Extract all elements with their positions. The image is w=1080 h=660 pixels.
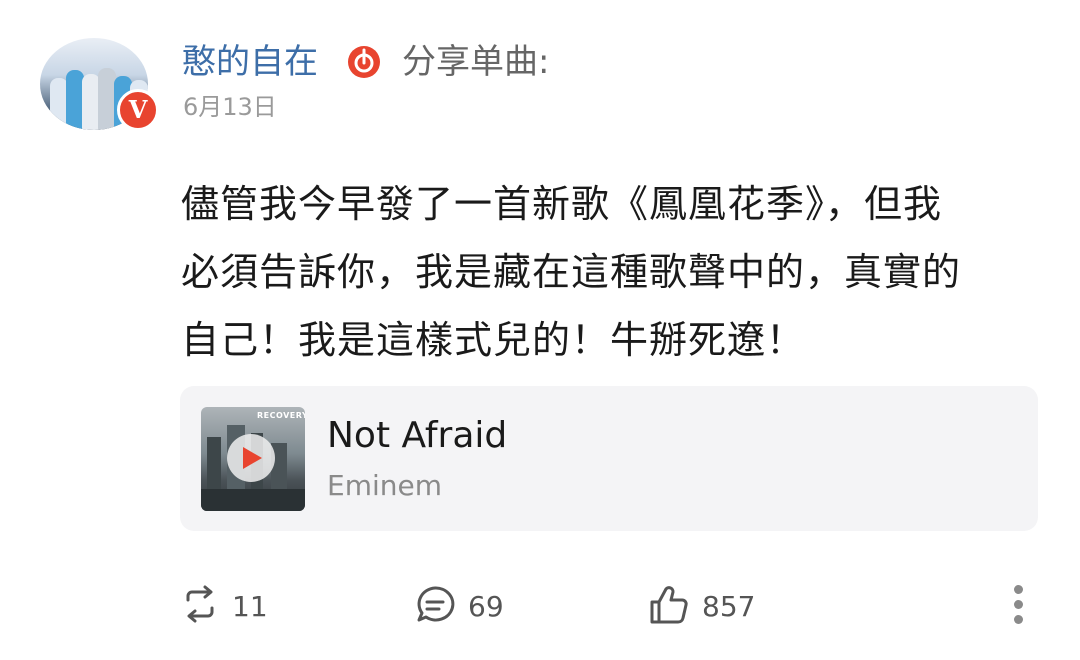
music-note-icon	[348, 46, 380, 78]
comment-icon	[417, 586, 455, 622]
play-button[interactable]	[227, 434, 275, 482]
repost-count: 11	[232, 590, 268, 623]
post-date: 6月13日	[183, 93, 277, 121]
repost-icon	[186, 585, 214, 623]
post-text-line: 必須告訴你，我是藏在這種歌聲中的，真實的	[181, 250, 962, 294]
like-count: 857	[702, 590, 756, 623]
more-options-icon[interactable]	[1008, 582, 1032, 628]
verified-badge-icon: V	[117, 89, 159, 131]
comment-count: 69	[468, 590, 504, 623]
like-button[interactable]: 857	[648, 584, 768, 628]
username[interactable]: 憨的自在	[182, 40, 318, 84]
song-artist: Eminem	[327, 469, 442, 502]
repost-button[interactable]: 11	[180, 584, 280, 628]
song-title: Not Afraid	[327, 415, 508, 456]
music-card[interactable]: RECOVERY Not Afraid Eminem	[180, 386, 1038, 531]
comment-button[interactable]: 69	[414, 584, 524, 628]
thumbs-up-icon	[650, 586, 688, 624]
post-text: 儘管我今早發了一首新歌《鳳凰花季》，但我 必須告訴你，我是藏在這種歌聲中的，真實…	[181, 170, 1031, 374]
album-cover-title: RECOVERY	[257, 411, 305, 420]
post-text-line: 自己！我是這樣式兒的！牛掰死遼！	[181, 318, 806, 362]
post-text-line: 儘管我今早發了一首新歌《鳳凰花季》，但我	[181, 182, 943, 226]
share-single-label: 分享单曲:	[402, 42, 550, 82]
play-icon	[243, 447, 262, 469]
